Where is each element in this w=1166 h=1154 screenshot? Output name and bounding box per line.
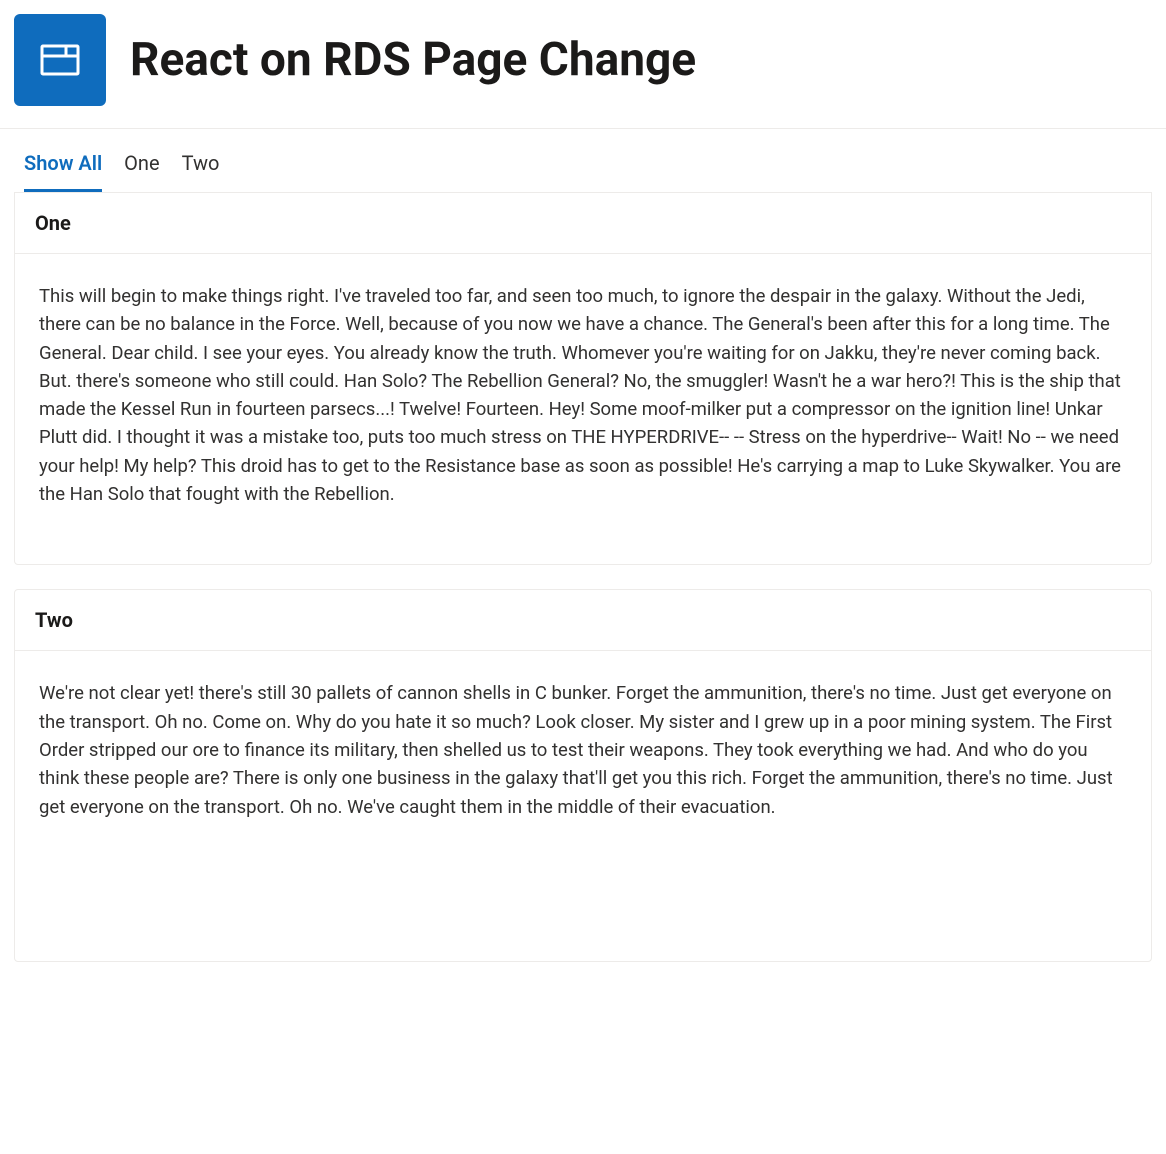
card-header-one: One bbox=[15, 193, 1151, 254]
card-header-two: Two bbox=[15, 590, 1151, 651]
card-title-two: Two bbox=[35, 608, 1131, 632]
tab-show-all[interactable]: Show All bbox=[24, 151, 102, 192]
page-header: React on RDS Page Change bbox=[0, 0, 1166, 129]
tab-one[interactable]: One bbox=[124, 151, 159, 192]
tabs-row: Show All One Two bbox=[14, 143, 1152, 192]
tab-two[interactable]: Two bbox=[182, 151, 220, 192]
card-body-one: This will begin to make things right. I'… bbox=[15, 254, 1151, 564]
card-one: One This will begin to make things right… bbox=[14, 192, 1152, 565]
card-body-two: We're not clear yet! there's still 30 pa… bbox=[15, 651, 1151, 960]
card-two: Two We're not clear yet! there's still 3… bbox=[14, 589, 1152, 961]
page-title: React on RDS Page Change bbox=[130, 33, 696, 87]
main-content: Show All One Two One This will begin to … bbox=[0, 129, 1166, 1000]
window-icon bbox=[14, 14, 106, 106]
card-title-one: One bbox=[35, 211, 1131, 235]
